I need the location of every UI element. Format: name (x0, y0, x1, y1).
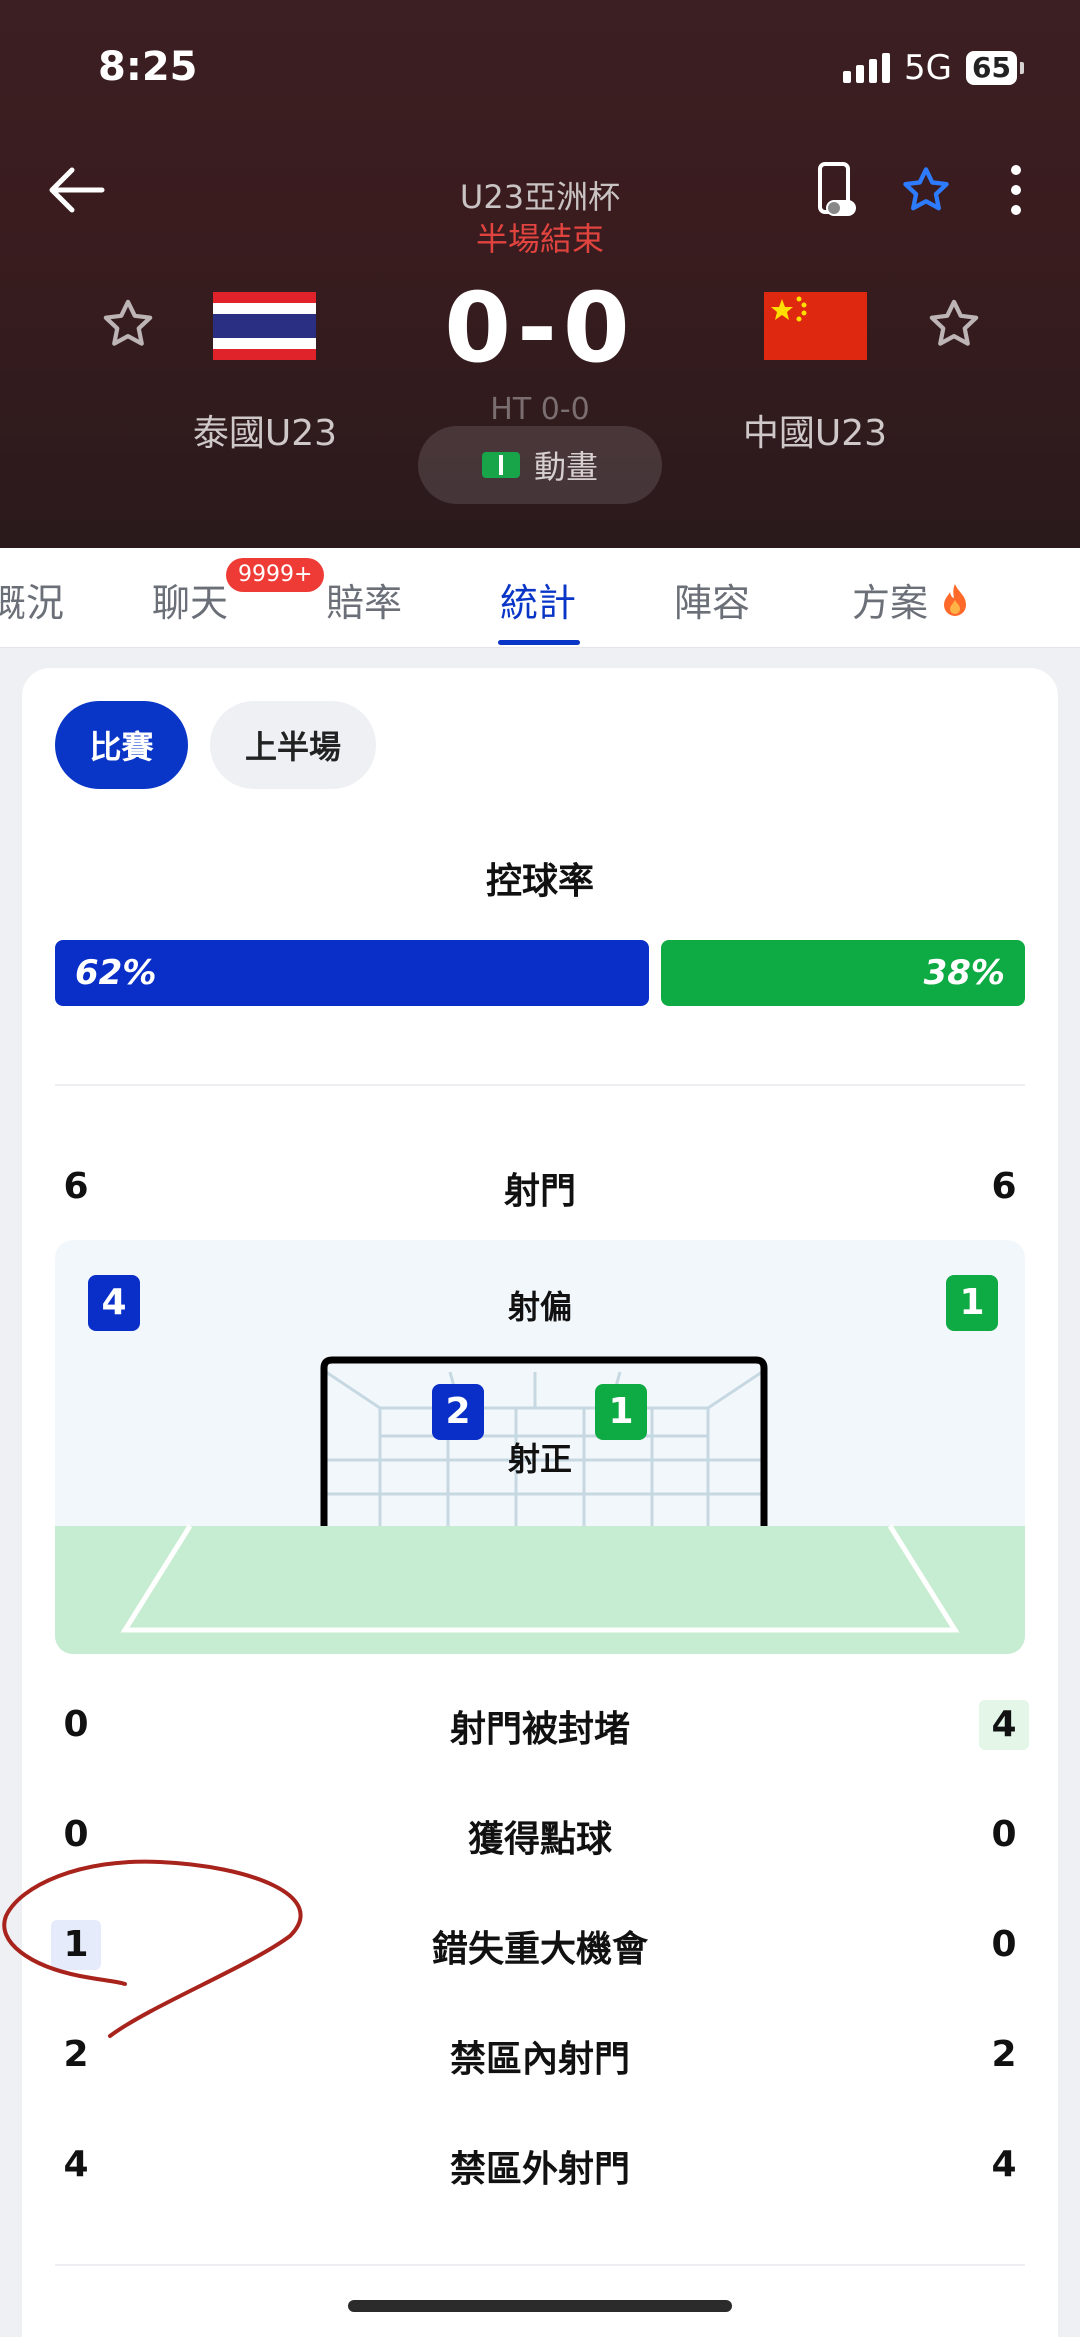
stat-row-penalties: 0 獲得點球 0 (55, 1802, 1025, 1862)
stat-away-value: 0 (991, 1814, 1017, 1855)
active-tab-indicator (498, 640, 580, 645)
stat-label: 射門被封堵 (449, 1709, 630, 1750)
stat-row-shots-outside-box: 4 禁區外射門 4 (55, 2132, 1025, 2192)
off-target-home-badge: 4 (88, 1275, 140, 1331)
stat-away-value: 6 (991, 1166, 1017, 1207)
hand-drawn-circle-annotation (2, 1859, 303, 2038)
home-indicator (348, 2300, 732, 2312)
favorite-away-button[interactable] (926, 296, 982, 356)
fire-icon (944, 584, 967, 616)
screen-toggle-button[interactable] (808, 160, 864, 220)
stat-row-shots: 6 射門 6 (55, 1154, 1025, 1214)
possession-title: 控球率 (485, 861, 594, 902)
tab-plans[interactable]: 方案 (852, 572, 970, 627)
match-period: 半場結束 (475, 220, 604, 258)
favorite-match-button[interactable] (898, 160, 954, 220)
stat-away-value: 4 (979, 1700, 1029, 1750)
status-indicators: 5G 65 (843, 48, 1024, 88)
battery-level: 65 (966, 51, 1017, 85)
phone-toggle-icon (818, 162, 856, 216)
more-menu-button[interactable] (988, 160, 1044, 220)
chat-count-badge: 9999+ (226, 558, 325, 592)
on-target-home-badge: 2 (432, 1384, 484, 1440)
network-label: 5G (904, 48, 953, 88)
off-target-away-badge: 1 (946, 1275, 998, 1331)
stat-label: 射門 (503, 1171, 576, 1212)
divider (55, 2264, 1025, 2266)
possession-away-bar: 38% (661, 940, 1025, 1006)
tab-overview[interactable]: 概況 (0, 572, 64, 627)
stat-away-value: 4 (991, 2144, 1017, 2185)
match-score: 0-0 (444, 272, 636, 384)
pitch-icon (481, 452, 520, 478)
tab-chat[interactable]: 聊天 (152, 572, 228, 627)
tab-odds[interactable]: 賠率 (326, 572, 402, 627)
animation-button[interactable]: 動畫 (418, 426, 662, 504)
on-target-away-badge: 1 (595, 1384, 647, 1440)
divider (55, 1084, 1025, 1086)
filter-first-half-chip[interactable]: 上半場 (210, 701, 376, 789)
tab-lineup[interactable]: 陣容 (674, 572, 750, 627)
animation-label: 動畫 (533, 448, 598, 486)
status-time: 8:25 (98, 44, 198, 90)
tab-stats[interactable]: 統計 (500, 572, 576, 627)
tab-bar: 概況 聊天 賠率 統計 陣容 方案 (0, 548, 1080, 648)
shots-graphic: 射偏 4 1 射正 2 1 (55, 1240, 1025, 1654)
stat-row-blocked-shots: 0 射門被封堵 4 (55, 1692, 1029, 1752)
on-target-label: 射正 (507, 1440, 572, 1478)
star-icon (929, 299, 979, 346)
stat-label: 禁區外射門 (449, 2149, 630, 2190)
tab-plans-label: 方案 (852, 581, 929, 625)
battery-icon: 65 (966, 51, 1024, 85)
star-icon (903, 167, 949, 211)
filter-match-chip[interactable]: 比賽 (55, 701, 188, 789)
stat-away-value: 0 (991, 1924, 1017, 1965)
more-vertical-icon (1011, 165, 1021, 215)
away-team-flag (764, 292, 867, 360)
possession-home-bar: 62% (55, 940, 649, 1006)
stat-away-value: 2 (991, 2034, 1017, 2075)
signal-icon (843, 53, 891, 83)
off-target-label: 射偏 (507, 1288, 572, 1326)
stat-label: 獲得點球 (467, 1819, 612, 1860)
away-team-name[interactable]: 中國U23 (700, 404, 930, 456)
match-header: 8:25 5G 65 U23亞洲杯 半場結束 0-0 泰國U23 HT 0-0 … (0, 0, 1080, 548)
